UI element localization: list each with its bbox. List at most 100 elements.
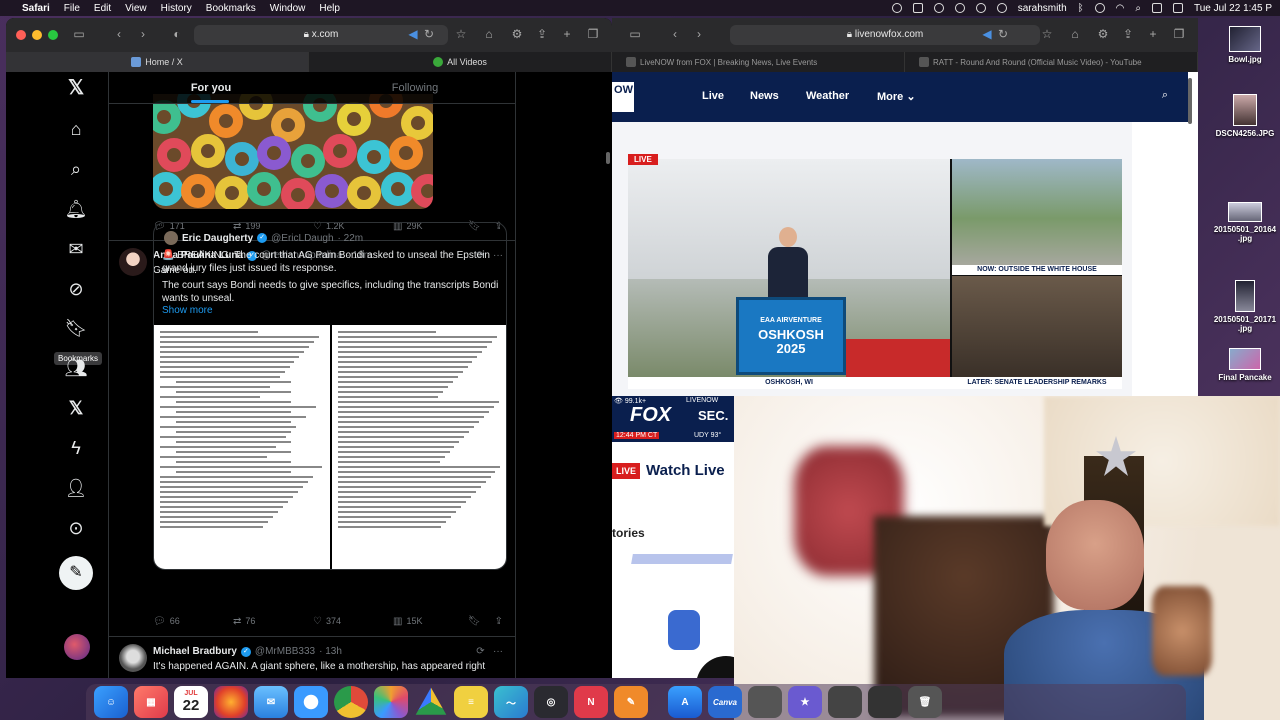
desktop-icon-20150501-20171[interactable]: 20150501_20171 .jpg: [1210, 280, 1280, 333]
author-avatar[interactable]: [119, 248, 147, 276]
nav-live[interactable]: Live: [702, 90, 724, 102]
premium-x-icon[interactable]: 𝕏: [61, 396, 91, 420]
tab-livenow[interactable]: LiveNOW from FOX | Breaking News, Live E…: [612, 52, 905, 72]
nav-weather[interactable]: Weather: [806, 90, 849, 102]
desktop-icon-dscn4256[interactable]: DSCN4256.JPG: [1210, 94, 1280, 138]
app-store-icon[interactable]: A: [668, 686, 702, 718]
like-button[interactable]: ♡ 374: [313, 616, 393, 627]
bluetooth-icon[interactable]: ᛒ: [1078, 3, 1084, 14]
extension-gear-icon[interactable]: ⚙︎: [1096, 27, 1110, 41]
bookmarks-icon[interactable]: 🔖︎: [61, 316, 91, 340]
page-scrollbar[interactable]: [606, 152, 610, 164]
back-icon[interactable]: ‹: [668, 27, 682, 41]
star-app-icon[interactable]: ★: [788, 686, 822, 718]
audio-icon[interactable]: ◀︎: [406, 27, 420, 41]
home-icon[interactable]: ⌂: [1068, 27, 1082, 41]
sirius-image[interactable]: [612, 546, 734, 678]
launchpad-icon[interactable]: ▦: [134, 686, 168, 718]
views-button[interactable]: ▥ 15K: [393, 616, 473, 627]
settings-icon[interactable]: [954, 3, 965, 13]
page-scrollbar[interactable]: [1188, 78, 1192, 124]
freeform-icon[interactable]: 〜: [494, 686, 528, 718]
account-avatar[interactable]: [64, 634, 90, 660]
thumbnail-icon[interactable]: [748, 686, 782, 718]
desktop-icon-20150501-20164[interactable]: 20150501_20164 .jpg: [1210, 202, 1280, 243]
shield-icon[interactable]: [975, 3, 986, 13]
trash-icon[interactable]: 🗑︎: [908, 686, 942, 718]
quoted-post[interactable]: Eric Daugherty ✓ @EricLDaugh · 22m 🚨 BRE…: [153, 222, 507, 570]
calendar-icon[interactable]: JUL 22: [174, 686, 208, 718]
notes-icon[interactable]: ≡: [454, 686, 488, 718]
favorite-star-icon[interactable]: ☆: [454, 27, 468, 41]
reply-button[interactable]: 💬︎ 66: [153, 616, 233, 627]
audio-icon[interactable]: ◀︎: [980, 27, 994, 41]
court-document-image[interactable]: [154, 325, 506, 569]
tab-home-x[interactable]: Home / X: [6, 52, 309, 72]
nav-news[interactable]: News: [750, 90, 779, 102]
forward-icon[interactable]: ›: [136, 27, 150, 41]
messages-envelope-icon[interactable]: ✉︎: [61, 237, 91, 261]
menu-datetime[interactable]: Tue Jul 22 1:45 P: [1194, 3, 1272, 14]
more-circle-icon[interactable]: ⊙: [61, 516, 91, 540]
tab-youtube-ratt[interactable]: RATT - Round And Round (Official Music V…: [905, 52, 1198, 72]
tab-for-you[interactable]: For you: [109, 72, 313, 103]
close-window-button[interactable]: [16, 30, 26, 40]
menu-history[interactable]: History: [161, 3, 192, 14]
bookmark-icon[interactable]: 🔖︎: [468, 616, 481, 627]
favorite-star-icon[interactable]: ☆: [1040, 27, 1054, 41]
x-logo-icon[interactable]: 𝕏: [61, 76, 91, 100]
google-drive-icon[interactable]: [415, 687, 447, 715]
post-more-icon[interactable]: ⟳ ···: [476, 646, 503, 657]
tab-following[interactable]: Following: [313, 72, 515, 103]
control-center-icon[interactable]: [1151, 3, 1162, 13]
desktop-icon-bowl[interactable]: Bowl.jpg: [1210, 26, 1280, 64]
menu-user[interactable]: sarahsmith: [1018, 3, 1067, 14]
repost-button[interactable]: ⇄ 76: [233, 616, 313, 627]
safari-icon[interactable]: [294, 686, 328, 718]
share-icon[interactable]: ⇪: [1121, 27, 1135, 41]
sidebar-icon[interactable]: ▭: [72, 27, 86, 41]
photos-icon[interactable]: [374, 686, 408, 718]
window-thumbnail-icon[interactable]: [868, 686, 902, 718]
chrome-icon[interactable]: [334, 686, 368, 718]
tab-all-videos[interactable]: All Videos: [309, 52, 612, 72]
share-icon[interactable]: ⇪: [535, 27, 549, 41]
menu-edit[interactable]: Edit: [94, 3, 111, 14]
home-icon[interactable]: ⌂: [482, 27, 496, 41]
lightning-icon[interactable]: ϟ: [61, 436, 91, 460]
firefox-icon[interactable]: [214, 686, 248, 718]
tab-overview-icon[interactable]: ❐: [586, 27, 600, 41]
menu-bookmarks[interactable]: Bookmarks: [206, 3, 256, 14]
reload-icon[interactable]: ↻: [422, 27, 436, 41]
back-icon[interactable]: ‹: [112, 27, 126, 41]
profile-person-icon[interactable]: 👤︎: [61, 476, 91, 500]
forward-icon[interactable]: ›: [692, 27, 706, 41]
status-icon[interactable]: [891, 3, 902, 13]
finder-icon[interactable]: ☺: [94, 686, 128, 718]
extension-gear-icon[interactable]: ⚙︎: [510, 27, 524, 41]
play-icon[interactable]: [1094, 3, 1105, 13]
mail-icon[interactable]: ✉︎: [254, 686, 288, 718]
clock-icon[interactable]: [933, 3, 944, 13]
obs-icon[interactable]: ◎: [534, 686, 568, 718]
menu-help[interactable]: Help: [319, 3, 340, 14]
screen-icon[interactable]: [912, 3, 923, 13]
reload-icon[interactable]: ↻: [996, 27, 1010, 41]
siri-icon[interactable]: [1172, 3, 1183, 13]
explore-search-icon[interactable]: ⌕: [61, 157, 91, 181]
menu-app-safari[interactable]: Safari: [22, 3, 50, 14]
new-tab-icon[interactable]: +: [1146, 27, 1160, 41]
wifi-icon[interactable]: ◠: [1116, 3, 1125, 14]
grok-icon[interactable]: ⊘: [61, 277, 91, 301]
canva-icon[interactable]: Canva: [708, 686, 742, 718]
post-compose-button[interactable]: ✎: [59, 556, 93, 590]
communities-icon[interactable]: 👥︎: [61, 356, 91, 380]
search-icon[interactable]: ⌕: [1162, 89, 1168, 102]
watch-live-link[interactable]: LIVE Watch Live: [612, 462, 725, 479]
desktop-icon-final-pancake[interactable]: Final Pancake: [1210, 348, 1280, 382]
minimize-window-button[interactable]: [32, 30, 42, 40]
home-nav-icon[interactable]: ⌂: [61, 117, 91, 141]
tab-overview-icon[interactable]: ❐: [1172, 27, 1186, 41]
menu-window[interactable]: Window: [270, 3, 306, 14]
menu-file[interactable]: File: [64, 3, 80, 14]
